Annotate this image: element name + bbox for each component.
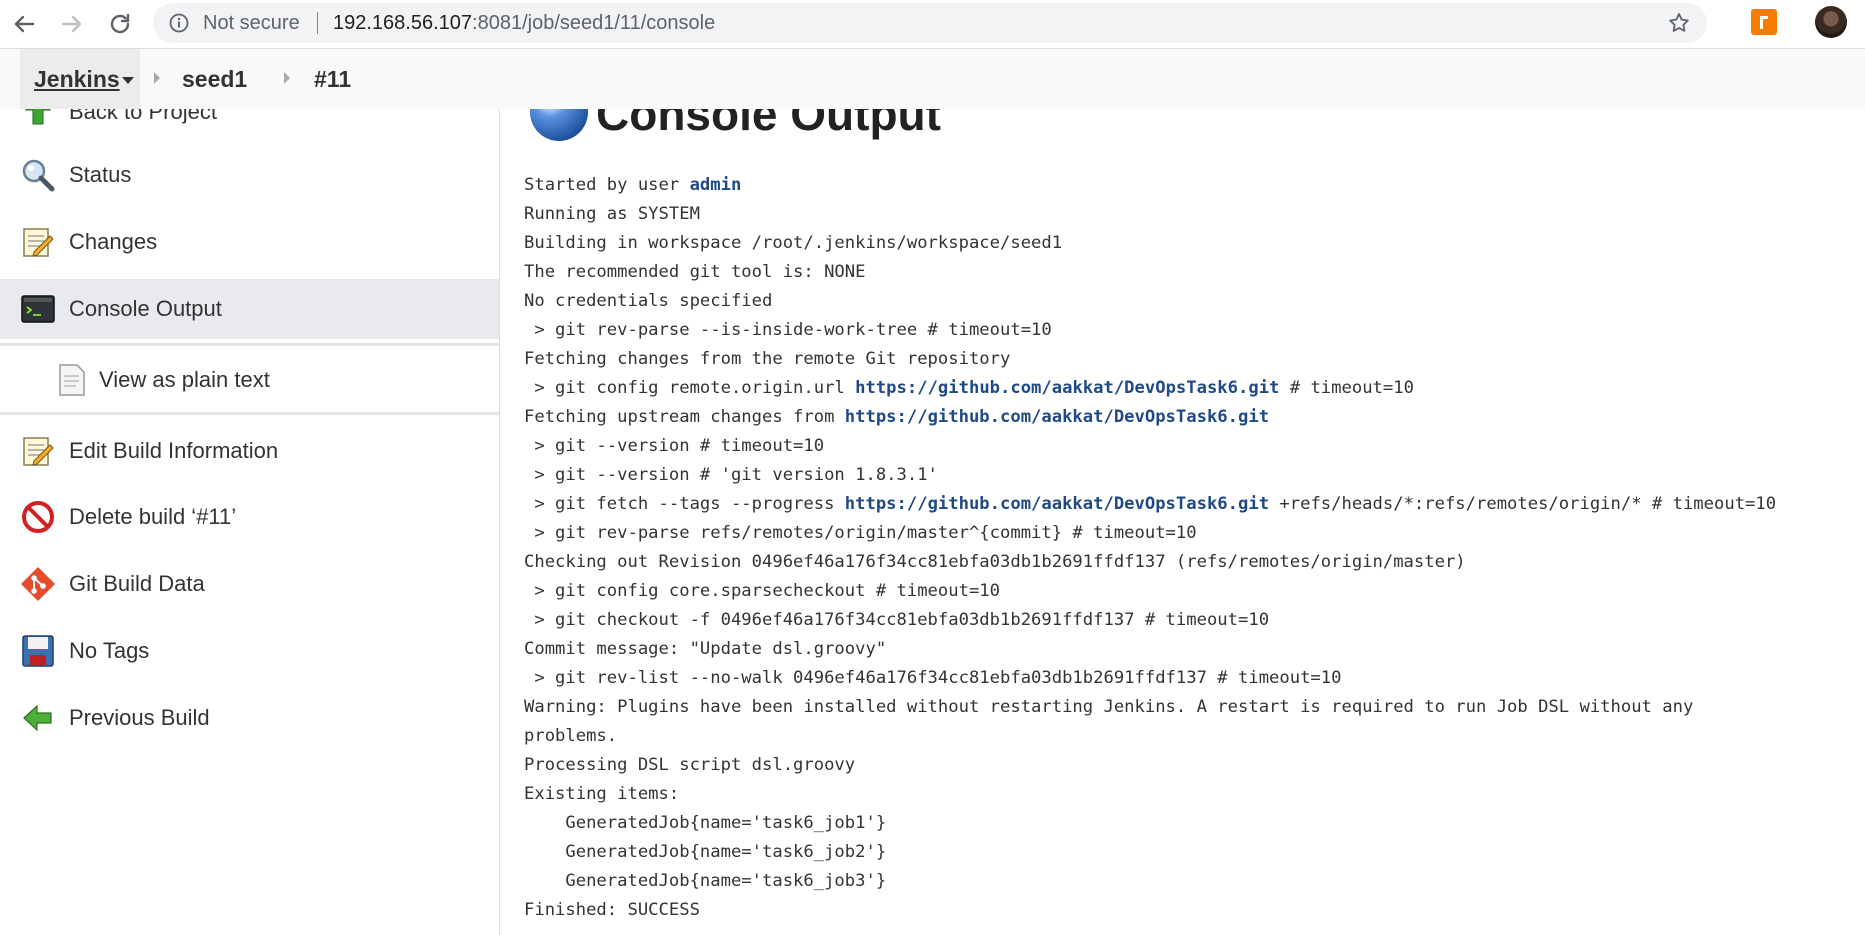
- console-line: No credentials specified: [524, 291, 773, 311]
- sidebar-item-no-tags[interactable]: No Tags: [0, 621, 499, 681]
- console-line: Processing DSL script dsl.groovy: [524, 755, 856, 775]
- console-line: GeneratedJob{name='task6_job2'}: [524, 842, 887, 862]
- sidebar-item-label: Console Output: [69, 296, 222, 321]
- console-line: > git rev-parse refs/remotes/origin/mast…: [524, 523, 1197, 543]
- sidebar-item-delete-build[interactable]: Delete build ‘#11’: [0, 487, 499, 547]
- console-line: > git --version # timeout=10: [524, 436, 825, 456]
- sidebar-item-label: Previous Build: [69, 705, 210, 730]
- sidebar-item-label: Status: [69, 162, 132, 187]
- browser-toolbar: Not secure 192.168.56.107:8081/job/seed1…: [0, 0, 1865, 49]
- sidebar-item-status[interactable]: Status: [0, 145, 499, 205]
- subtask-divider: [0, 343, 499, 346]
- console-line: Existing items:: [524, 784, 680, 804]
- notepad-icon: [23, 437, 54, 466]
- breadcrumb-jenkins[interactable]: Jenkins: [34, 66, 120, 93]
- sidebar-item-git-build-data[interactable]: Git Build Data: [0, 554, 499, 614]
- magnifier-icon: [22, 159, 55, 192]
- console-line: GeneratedJob{name='task6_job1'}: [524, 813, 887, 833]
- sidebar-item-label: No Tags: [69, 638, 150, 663]
- repo-link[interactable]: https://github.com/aakkat/DevOpsTask6.gi…: [855, 378, 1279, 398]
- breadcrumb-separator-icon: [154, 72, 160, 84]
- console-output: Started by user admin Running as SYSTEM …: [524, 171, 1864, 925]
- url-path: :8081/job/seed1/11/console: [472, 12, 716, 34]
- console-line: > git fetch --tags --progress: [524, 494, 845, 514]
- breadcrumb-job[interactable]: seed1: [182, 66, 247, 93]
- console-line: > git checkout -f 0496ef46a176f34cc81ebf…: [524, 610, 1270, 630]
- sidebar-item-previous-build[interactable]: Previous Build: [0, 688, 499, 748]
- url-text[interactable]: 192.168.56.107:8081/job/seed1/11/console: [333, 12, 715, 35]
- terminal-icon: [21, 295, 55, 323]
- console-line: Fetching upstream changes from: [524, 407, 845, 427]
- console-line: > git rev-list --no-walk 0496ef46a176f34…: [524, 668, 1342, 688]
- console-line: Checking out Revision 0496ef46a176f34cc8…: [524, 552, 1466, 572]
- console-line: > git --version # 'git version 1.8.3.1': [524, 465, 938, 485]
- star-icon[interactable]: [1667, 11, 1691, 35]
- sidebar-item-label: Delete build ‘#11’: [69, 504, 237, 529]
- console-line: GeneratedJob{name='task6_job3'}: [524, 871, 887, 891]
- console-line: Running as SYSTEM: [524, 204, 700, 224]
- breadcrumb: Jenkins seed1 #11: [0, 49, 1865, 109]
- breadcrumb-build[interactable]: #11: [314, 66, 351, 93]
- save-icon: [22, 635, 54, 667]
- console-line: > git rev-parse --is-inside-work-tree # …: [524, 320, 1052, 340]
- notepad-icon: [23, 228, 54, 257]
- console-line: Started by user: [524, 175, 690, 195]
- reload-icon[interactable]: [104, 8, 136, 40]
- console-line: Finished: SUCCESS: [524, 900, 700, 920]
- user-link[interactable]: admin: [690, 175, 742, 195]
- breadcrumb-separator-icon: [284, 72, 290, 84]
- url-host: 192.168.56.107: [333, 12, 473, 34]
- sidebar-item-label: Changes: [69, 229, 158, 254]
- chevron-down-icon[interactable]: [122, 77, 134, 84]
- sidebar-item-label: Git Build Data: [69, 571, 205, 596]
- side-panel: Back to Project Status Changes Console O…: [0, 97, 500, 935]
- sidebar-item-console-output[interactable]: Console Output: [0, 279, 499, 339]
- console-line: # timeout=10: [1279, 378, 1414, 398]
- console-line: > git config remote.origin.url: [524, 378, 856, 398]
- repo-link[interactable]: https://github.com/aakkat/DevOpsTask6.gi…: [845, 494, 1269, 514]
- info-icon[interactable]: [169, 13, 189, 33]
- extension-icon[interactable]: [1751, 9, 1777, 35]
- no-entry-icon: [22, 501, 54, 533]
- sidebar-item-changes[interactable]: Changes: [0, 212, 499, 272]
- sidebar-item-view-as-plain-text[interactable]: View as plain text: [0, 350, 499, 410]
- profile-avatar[interactable]: [1815, 6, 1847, 38]
- console-line: +refs/heads/*:refs/remotes/origin/* # ti…: [1269, 494, 1777, 514]
- address-bar[interactable]: Not secure 192.168.56.107:8081/job/seed1…: [153, 3, 1707, 43]
- document-icon: [59, 364, 85, 396]
- main-panel: Console Output Started by user admin Run…: [500, 83, 1865, 935]
- subtask-divider: [0, 412, 499, 415]
- console-line: Fetching changes from the remote Git rep…: [524, 349, 1011, 369]
- console-line: Warning: Plugins have been installed wit…: [524, 697, 1694, 717]
- repo-link[interactable]: https://github.com/aakkat/DevOpsTask6.gi…: [845, 407, 1269, 427]
- console-line: The recommended git tool is: NONE: [524, 262, 866, 282]
- git-icon: [21, 567, 55, 601]
- sidebar-item-label: Edit Build Information: [69, 438, 279, 463]
- console-line: Commit message: "Update dsl.groovy": [524, 639, 887, 659]
- console-line: > git config core.sparsecheckout # timeo…: [524, 581, 1000, 601]
- forward-arrow-icon[interactable]: [56, 8, 88, 40]
- console-line: problems.: [524, 726, 618, 746]
- security-label: Not secure: [203, 12, 300, 34]
- console-line: Building in workspace /root/.jenkins/wor…: [524, 233, 1063, 253]
- sidebar-item-label: View as plain text: [99, 367, 270, 392]
- address-separator: [317, 12, 318, 34]
- back-arrow-icon[interactable]: [8, 8, 40, 40]
- sidebar-item-edit-build-information[interactable]: Edit Build Information: [0, 421, 499, 481]
- left-arrow-icon: [23, 704, 52, 732]
